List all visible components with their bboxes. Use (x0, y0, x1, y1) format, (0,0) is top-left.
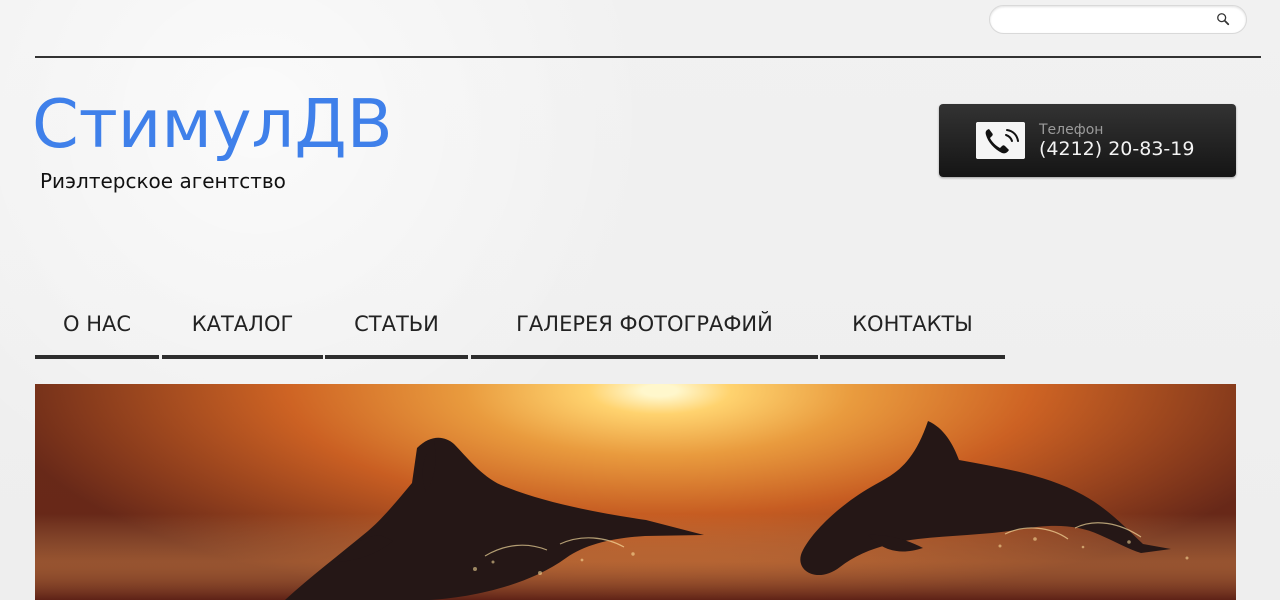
phone-label: Телефон (1039, 122, 1104, 138)
nav-articles[interactable]: СТАТЬИ (325, 297, 468, 359)
search-box[interactable] (989, 5, 1247, 34)
search-input[interactable] (1002, 11, 1204, 31)
nav-about[interactable]: О НАС (35, 297, 159, 359)
phone-icon (976, 122, 1025, 159)
phone-number[interactable]: (4212) 20-83-19 (1039, 140, 1194, 159)
site-tagline: Риэлтерское агентство (40, 169, 286, 193)
website-page: СтимулДВ Риэлтерское агентство Телефон (… (0, 0, 1280, 600)
dolphins-sunset-image (35, 421, 1236, 600)
hero-image (35, 384, 1236, 600)
site-logo-title[interactable]: СтимулДВ (32, 91, 393, 158)
main-navigation: О НАС КАТАЛОГ СТАТЬИ ГАЛЕРЕЯ ФОТОГРАФИЙ … (35, 297, 1015, 359)
nav-photo-gallery[interactable]: ГАЛЕРЕЯ ФОТОГРАФИЙ (471, 297, 818, 359)
phone-contact-box: Телефон (4212) 20-83-19 (939, 104, 1236, 177)
search-icon[interactable] (1216, 12, 1230, 26)
nav-catalog[interactable]: КАТАЛОГ (162, 297, 323, 359)
nav-contacts[interactable]: КОНТАКТЫ (820, 297, 1005, 359)
header-divider (35, 56, 1261, 58)
